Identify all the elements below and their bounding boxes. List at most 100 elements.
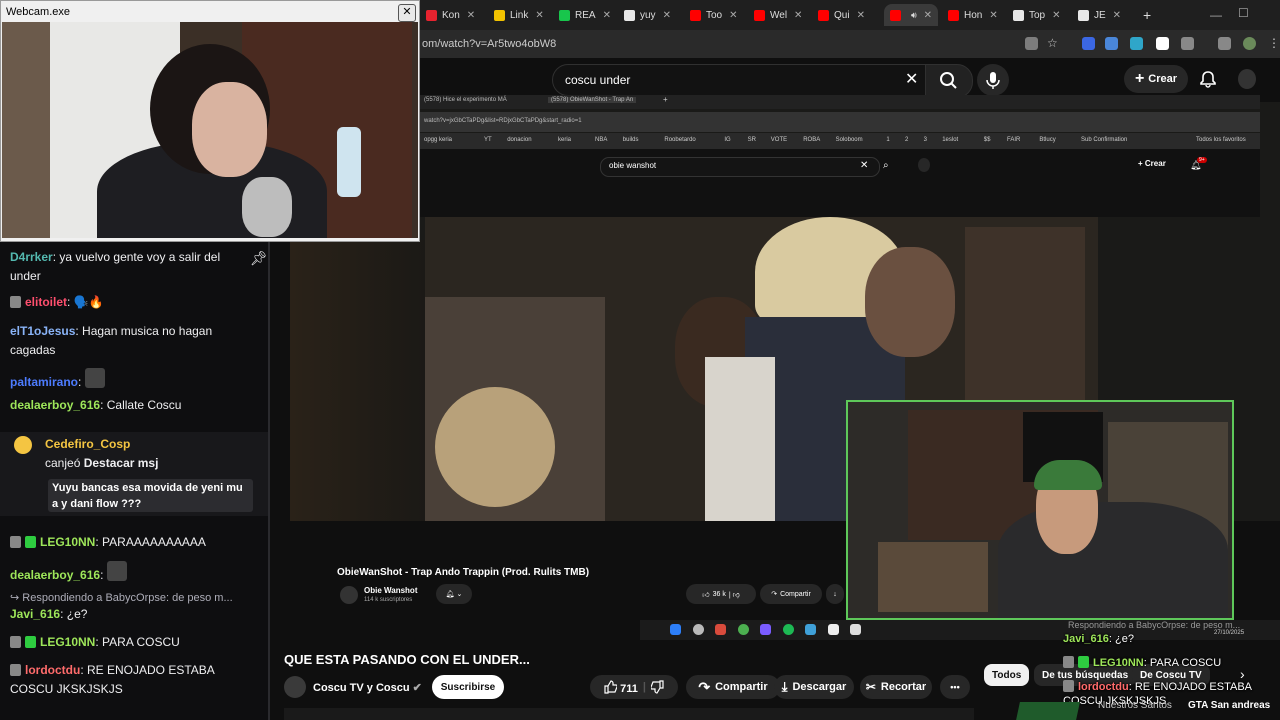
channel-points-icon [14, 436, 32, 454]
tab-close-icon[interactable]: ✕ [663, 10, 671, 21]
inner-bookmark: VOTE [770, 137, 788, 143]
more-actions-button[interactable]: ••• [940, 675, 970, 699]
account-avatar[interactable] [1238, 69, 1256, 89]
browser-tab[interactable]: yuy ✕ [624, 4, 671, 26]
browser-tab[interactable]: Wel ✕ [754, 4, 802, 26]
mic-badge-icon [10, 664, 21, 676]
chat-username[interactable]: elitoilet [25, 295, 67, 309]
inner-url: watch?v=jxGbCTaPDg&list=RDjxGbCTaPDg&sta… [424, 118, 582, 124]
chat-message: LEG10NN: PARAAAAAAAAAA [10, 533, 255, 552]
minimize-icon[interactable]: — [1210, 8, 1222, 22]
inner-search-value: obie wanshot [609, 161, 657, 170]
tab-close-icon[interactable]: ✕ [989, 10, 997, 21]
search-button[interactable] [925, 64, 973, 98]
translate-icon[interactable] [1105, 37, 1118, 50]
browser-tab[interactable]: Qui ✕ [818, 4, 865, 26]
browser-tab[interactable]: Too ✕ [690, 4, 738, 26]
extension-icon[interactable] [1130, 37, 1143, 50]
water-bottle [337, 127, 361, 197]
browser-tab[interactable]: Kon ✕ [426, 4, 475, 26]
subscribe-button[interactable]: Suscribirse [432, 675, 504, 699]
browser-tab[interactable]: Link ✕ [494, 4, 544, 26]
chip-all[interactable]: Todos [984, 664, 1030, 686]
inner-tab: (5578) ObieWanShot - Trap An [548, 97, 637, 103]
tab-close-icon[interactable]: ✕ [729, 10, 737, 21]
maximize-icon[interactable]: ☐ [1238, 6, 1249, 20]
inner-notify-button: 🔔︎ ⌄ [436, 584, 472, 604]
clear-search-icon[interactable]: ✕ [905, 69, 918, 89]
mic-badge-icon [10, 636, 21, 648]
new-tab-button[interactable]: + [1143, 4, 1151, 26]
microphone [242, 177, 292, 237]
chat-message: dealaerboy_616: [10, 561, 255, 585]
media-icon[interactable] [1218, 37, 1231, 50]
webcam-window-title: Webcam.exe [6, 6, 70, 18]
inner-bookmark: FAIR [1007, 137, 1021, 143]
create-button[interactable]: + Crear [1124, 65, 1188, 93]
chat-username[interactable]: dealaerboy_616 [10, 398, 100, 412]
tab-close-icon[interactable]: ✕ [857, 10, 865, 21]
tab-close-icon[interactable]: ✕ [1113, 10, 1121, 21]
tab-label: Kon [442, 9, 460, 21]
discord-icon [760, 624, 771, 635]
browser-tab[interactable]: Hon ✕ [948, 4, 998, 26]
tab-close-icon[interactable]: ✕ [535, 10, 543, 21]
radio-logo [1016, 702, 1080, 720]
voice-search-button[interactable] [977, 64, 1009, 96]
suggested-video-channel[interactable]: Nuestros Santos [1098, 700, 1172, 711]
browser-tab[interactable]: 🔊︎ ✕ [884, 4, 939, 26]
thumb-up-icon [604, 679, 618, 694]
chat-username[interactable]: D4rrker [10, 250, 53, 264]
extension-icon[interactable] [1156, 37, 1169, 50]
dislike-button[interactable] [650, 680, 665, 694]
cast-icon[interactable] [1025, 37, 1038, 50]
chat-username[interactable]: paltamirano [10, 375, 78, 389]
audio-playing-icon[interactable]: 🔊︎ [911, 10, 917, 21]
clip-button[interactable]: ✂ Recortar [860, 675, 932, 699]
extension-icon[interactable] [1082, 37, 1095, 50]
chat-message: D4rrker: ya vuelvo gente voy a salir del… [10, 250, 221, 283]
tab-close-icon[interactable]: ✕ [794, 10, 802, 21]
bookmark-star-icon[interactable]: ☆ [1047, 37, 1060, 50]
profile-avatar-icon[interactable] [1243, 37, 1256, 50]
tab-favicon-icon [624, 9, 635, 21]
chat-text: PARAAAAAAAAAA [102, 535, 206, 549]
scissors-icon: ✂ [865, 680, 876, 694]
channel-avatar[interactable] [284, 676, 306, 698]
chat-username[interactable]: LEG10NN [40, 535, 95, 549]
suggested-video-title[interactable]: GTA San andreas [1188, 700, 1270, 711]
app-icon [828, 624, 839, 635]
spotify-icon [783, 624, 794, 635]
chat-username[interactable]: dealaerboy_616 [10, 568, 100, 582]
chat-username[interactable]: Javi_616 [10, 607, 60, 621]
close-button[interactable]: ✕ [398, 4, 416, 22]
share-button[interactable]: ↷ Compartir [686, 675, 780, 699]
puzzle-icon[interactable] [1181, 37, 1194, 50]
chat-message: Javi_616: ¿e? [10, 607, 88, 621]
notifications-icon[interactable] [1199, 70, 1217, 88]
tab-close-icon[interactable]: ✕ [924, 10, 932, 21]
description-box[interactable] [284, 708, 974, 720]
download-button[interactable]: ⤓ Descargar [774, 675, 854, 699]
inner-bookmark: SR [747, 137, 756, 143]
browser-tab[interactable]: Top ✕ [1013, 4, 1061, 26]
inner-search-icon: ⌕ [883, 160, 889, 171]
sub-badge-icon [25, 536, 36, 548]
redeem-user[interactable]: Cedefiro_Cosp [45, 437, 130, 451]
chat-username[interactable]: LEG10NN [40, 635, 95, 649]
chat-emotes: 🗣️🔥 [73, 295, 104, 309]
menu-icon[interactable]: ⋮ [1268, 36, 1280, 50]
pin-icon[interactable]: 📌︎ [250, 250, 268, 267]
browser-tab[interactable]: REA ✕ [559, 4, 611, 26]
browser-tab[interactable]: JE ✕ [1078, 4, 1121, 26]
tab-close-icon[interactable]: ✕ [1052, 10, 1060, 21]
chat-message: LEG10NN: PARA COSCU [10, 633, 255, 652]
chat-username[interactable]: lordoctdu [25, 663, 80, 677]
search-input[interactable]: coscu under [552, 64, 936, 96]
chat-username[interactable]: elT1oJesus [10, 324, 75, 338]
url-text[interactable]: om/watch?v=Ar5two4obW8 [422, 38, 556, 50]
channel-name[interactable]: Coscu TV y Coscu ✔ [313, 681, 422, 694]
like-button[interactable]: 711 [603, 679, 638, 695]
tab-close-icon[interactable]: ✕ [603, 10, 611, 21]
tab-close-icon[interactable]: ✕ [467, 10, 475, 21]
